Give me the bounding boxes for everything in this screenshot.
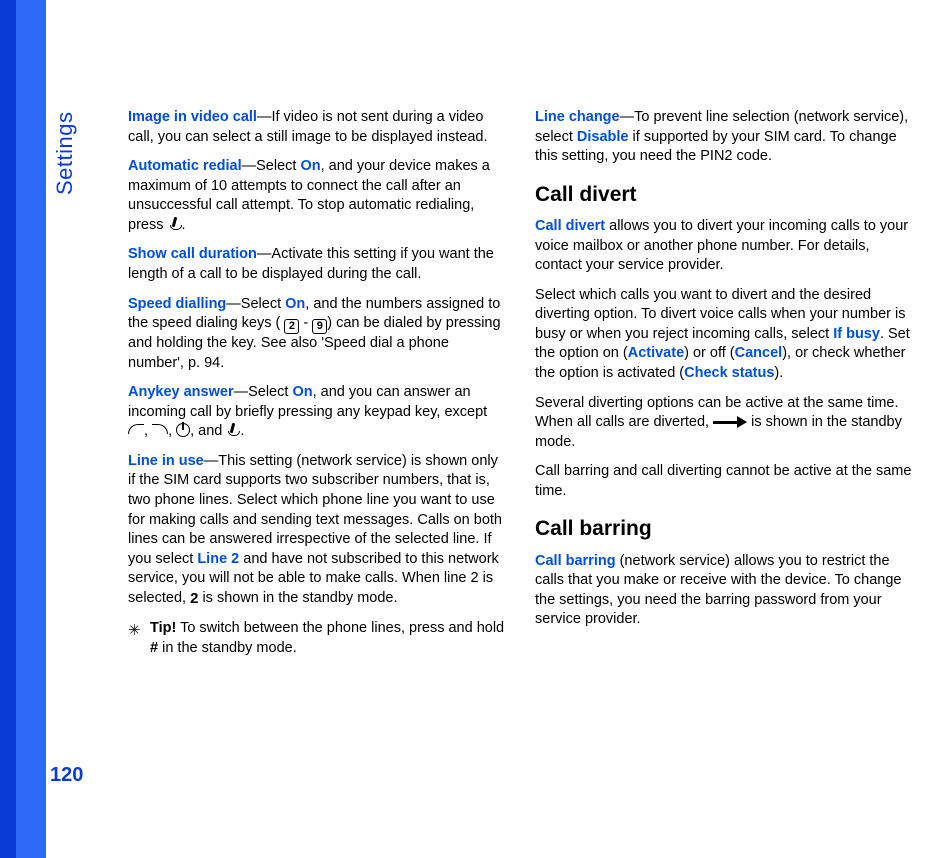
text: , and [190,423,226,439]
opt-activate: Activate [628,345,684,361]
text: —Select [242,158,301,174]
key-2-icon: 2 [284,319,299,334]
text: . [240,423,244,439]
content: Image in video call—If video is not sent… [128,108,914,668]
tip-label: Tip! [150,620,176,636]
para-show-call-duration: Show call duration—Activate this setting… [128,245,507,284]
opt-on: On [292,384,312,400]
end-key-icon [168,217,182,231]
text: ). [774,365,783,381]
para-call-divert-options: Select which calls you want to divert an… [535,286,914,384]
para-line-change: Line change—To prevent line selection (n… [535,108,914,167]
term-call-barring: Call barring [535,553,616,569]
opt-disable: Disable [577,129,629,145]
text: is shown in the standby mode. [198,590,397,606]
opt-on: On [285,296,305,312]
term-call-divert: Call divert [535,218,605,234]
opt-line-2: Line 2 [197,551,239,567]
term-line-in-use: Line in use [128,453,204,469]
text: —Select [234,384,293,400]
term-automatic-redial: Automatic redial [128,158,242,174]
para-line-in-use: Line in use—This setting (network servic… [128,452,507,609]
para-call-barring: Call barring (network service) allows yo… [535,552,914,630]
text: To switch between the phone lines, press… [176,620,504,636]
text: - [299,315,312,331]
text: in the standby mode. [158,640,297,656]
left-column: Image in video call—If video is not sent… [128,108,507,668]
para-anykey-answer: Anykey answer—Select On, and you can ans… [128,383,507,442]
power-key-icon [176,423,190,437]
heading-call-barring: Call barring [535,515,914,543]
para-image-in-video-call: Image in video call—If video is not sent… [128,108,507,147]
opt-check-status: Check status [684,365,774,381]
divert-indicator-icon [713,415,747,427]
left-margin-bar-inner [16,0,46,858]
page-number: 120 [50,762,94,789]
heading-call-divert: Call divert [535,181,914,209]
opt-on: On [300,158,320,174]
opt-if-busy: If busy [833,326,880,342]
para-barring-divert-note: Call barring and call diverting cannot b… [535,462,914,501]
term-show-call-duration: Show call duration [128,246,257,262]
section-label: Settings [50,112,80,196]
right-column: Line change—To prevent line selection (n… [535,108,914,668]
term-image-in-video-call: Image in video call [128,109,257,125]
text: —This setting (network service) is shown… [128,453,502,567]
para-automatic-redial: Automatic redial—Select On, and your dev… [128,157,507,235]
key-9-icon: 9 [312,319,327,334]
term-line-change: Line change [535,109,620,125]
term-speed-dialling: Speed dialling [128,296,226,312]
text: . [182,217,186,233]
text: ) or off ( [684,345,735,361]
term-anykey-answer: Anykey answer [128,384,234,400]
opt-cancel: Cancel [735,345,783,361]
tip-icon: ✳ [128,621,141,641]
hash-key-icon: # [150,640,158,656]
text: , [168,423,176,439]
tip-block: ✳ Tip! To switch between the phone lines… [128,619,507,658]
right-softkey-icon [152,424,168,434]
end-key-icon [226,423,240,437]
para-call-divert-intro: Call divert allows you to divert your in… [535,217,914,276]
text: , [144,423,152,439]
left-softkey-icon [128,424,144,434]
text: —Select [226,296,285,312]
page: Settings 120 Image in video call—If vide… [0,0,948,858]
left-margin-bar [0,0,46,858]
para-divert-indicator: Several diverting options can be active … [535,394,914,453]
para-speed-dialling: Speed dialling—Select On, and the number… [128,295,507,374]
